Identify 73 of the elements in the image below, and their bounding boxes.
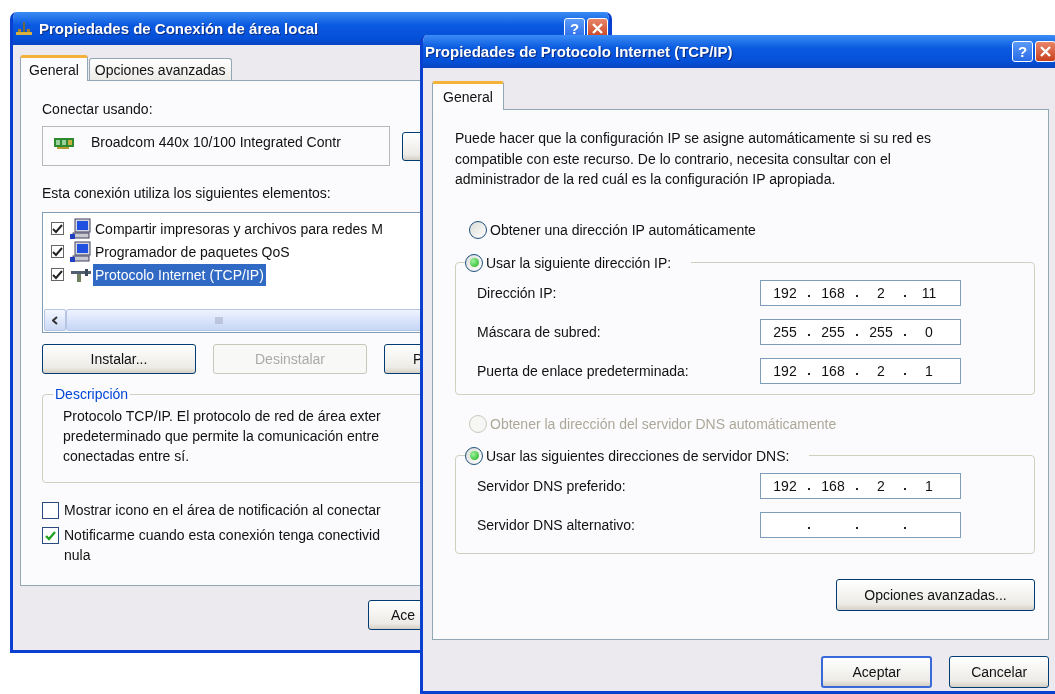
radio-button[interactable] (469, 220, 487, 239)
tab[interactable]: General (20, 55, 88, 81)
octet-text: 0 (924, 323, 934, 340)
field-label: Máscara de subred: (477, 323, 602, 340)
checkmark-icon (52, 269, 63, 280)
field-label: Servidor DNS alternativo: (477, 516, 636, 533)
octet-text: 192 (772, 477, 798, 494)
octet-text: 2 (876, 284, 886, 301)
octet-text: 255 (820, 323, 846, 340)
radio-label: Usar la siguiente dirección IP: (486, 254, 672, 271)
octet-text: 2 (876, 362, 886, 379)
checkbox[interactable] (42, 527, 59, 544)
field-label: Puerta de enlace predeterminada: (477, 362, 690, 379)
radio-button[interactable] (465, 446, 483, 465)
ip-address-field[interactable]: 192 168 2 11 (760, 279, 961, 306)
octet-text: 192 (772, 284, 798, 301)
ip-address-field[interactable] (760, 511, 961, 538)
computer-icon (70, 217, 92, 240)
adapter-name: Broadcom 440x 10/100 Integrated Contr (91, 134, 341, 150)
close-button[interactable] (1035, 41, 1055, 62)
octet-text: 168 (820, 284, 846, 301)
radio-label: Obtener una dirección IP automáticamente (490, 221, 756, 238)
field-label: Dirección IP: (477, 284, 558, 301)
ip-address-field[interactable]: 192 168 2 1 (760, 357, 961, 384)
grip-icon (215, 316, 225, 324)
list-item[interactable]: Protocolo Internet (TCP/IP) (93, 263, 266, 286)
window-title: Propiedades de Conexión de área local (39, 20, 319, 37)
description-text: Puede hacer que la configuración IP se asigne automáticamente si su red es compatible con este recurso. De lo contrario, necesita consultar con el administrador de la red cuál es la configuración IP apropiada. (455, 129, 933, 189)
checkbox[interactable] (42, 502, 59, 519)
button[interactable]: Opciones avanzadas... (836, 578, 1035, 611)
checkbox[interactable] (51, 222, 64, 235)
checkbox-label: Notificarme cuando esta conexión tenga conectivid nula (64, 526, 380, 565)
list-item[interactable]: Programador de paquetes QoS (93, 240, 292, 263)
tab[interactable]: General (432, 81, 504, 110)
tab[interactable]: Opciones avanzadas (88, 58, 232, 80)
network-card-icon (53, 136, 75, 150)
octet-text: 168 (820, 362, 846, 379)
octet-text: 1 (924, 477, 934, 494)
checkmark-icon (45, 530, 56, 541)
button[interactable]: Instalar... (42, 344, 196, 374)
octet-text: 11 (920, 284, 938, 301)
octet-text: 168 (820, 477, 846, 494)
button[interactable]: Aceptar (821, 656, 933, 688)
section-label: Conectar usando: (42, 101, 154, 117)
close-icon (1040, 46, 1051, 57)
ip-address-field[interactable]: 255 255 255 0 (760, 318, 961, 345)
section-label: Esta conexión utiliza los siguientes elementos: (42, 185, 332, 201)
octet-text: 255 (868, 323, 894, 340)
checkbox-label: Mostrar icono en el área de notificación al conectar (64, 501, 381, 520)
octet-text: 1 (924, 362, 934, 379)
radio-button[interactable] (465, 253, 483, 272)
close-icon (592, 23, 603, 34)
octet-text: 255 (772, 323, 798, 340)
network-icon (15, 20, 33, 37)
list-item[interactable]: Compartir impresoras y archivos para redes M (93, 217, 385, 240)
group-title: Descripción (54, 386, 130, 402)
radio-label: Obtener la dirección del servidor DNS automáticamente (490, 415, 837, 432)
description-text: predeterminado que permite la comunicación entre (63, 427, 380, 446)
checkmark-icon (52, 246, 63, 257)
description-text: Protocolo TCP/IP. El protocolo de red de área exter (63, 407, 382, 426)
checkbox[interactable] (51, 268, 64, 281)
octet-text: 2 (876, 477, 886, 494)
computer-icon (70, 240, 92, 263)
radio-label: Usar las siguientes direcciones de servidor DNS: (486, 447, 790, 464)
scroll-left-button[interactable] (44, 309, 66, 331)
description-text: conectadas entre sí. (63, 447, 191, 466)
field-label: Servidor DNS preferido: (477, 477, 627, 494)
button[interactable]: Cancelar (949, 656, 1049, 688)
checkbox[interactable] (51, 245, 64, 258)
ip-address-field[interactable]: 192 168 2 1 (760, 472, 961, 499)
window-title: Propiedades de Protocolo Internet (TCP/IP) (425, 43, 733, 60)
checkmark-icon (52, 223, 63, 234)
octet-text: 192 (772, 362, 798, 379)
